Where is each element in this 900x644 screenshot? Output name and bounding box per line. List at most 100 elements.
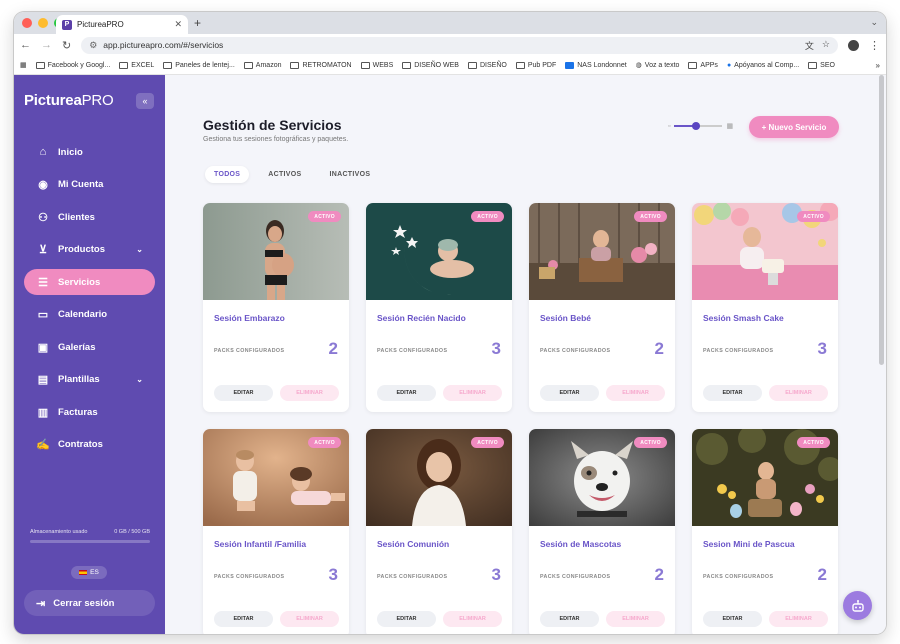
edit-button[interactable]: EDITAR	[703, 611, 762, 627]
delete-button[interactable]: ELIMINAR	[769, 385, 828, 401]
service-title[interactable]: Sesión Comunión	[377, 539, 449, 549]
bookmark-item[interactable]: ● Apóyanos al Comp...	[727, 62, 799, 69]
service-photo[interactable]: ACTIVO	[529, 203, 675, 300]
delete-button[interactable]: ELIMINAR	[769, 611, 828, 627]
sidebar-item-inicio[interactable]: ⌂ Inicio	[24, 139, 155, 165]
sidebar-item-productos[interactable]: ⊻ Productos ⌄	[24, 237, 155, 263]
back-icon[interactable]: ←	[20, 39, 31, 51]
service-card[interactable]: ACTIVO Sesión Recién Nacido PACKS CONFIGUR…	[366, 203, 512, 412]
bookmark-item[interactable]: ◍ Voz a texto	[636, 61, 680, 70]
new-tab-icon[interactable]: +	[194, 16, 201, 30]
status-badge: ACTIVO	[471, 211, 504, 222]
edit-button[interactable]: EDITAR	[703, 385, 762, 401]
profile-avatar-icon[interactable]	[848, 39, 859, 51]
filter-tab-todos[interactable]: TODOS	[205, 166, 250, 183]
edit-button[interactable]: EDITAR	[214, 385, 273, 401]
bookmark-item[interactable]: NAS Londonnet	[565, 61, 627, 69]
address-bar[interactable]: ⚙ app.pictureapro.com/#/servicios 文 ☆	[81, 36, 838, 54]
edit-button[interactable]: EDITAR	[377, 385, 436, 401]
sidebar-item-facturas[interactable]: ▥ Facturas	[24, 399, 155, 425]
service-title[interactable]: Sesión Smash Cake	[703, 313, 784, 323]
delete-button[interactable]: ELIMINAR	[606, 385, 665, 401]
service-photo[interactable]: ACTIVO	[366, 429, 512, 526]
reload-icon[interactable]: ↻	[62, 39, 71, 52]
edit-button[interactable]: EDITAR	[377, 611, 436, 627]
minimize-window-button[interactable]	[38, 18, 48, 28]
service-title[interactable]: Sesion Mini de Pascua	[703, 539, 795, 549]
bookmark-item[interactable]: Paneles de lentej...	[163, 61, 235, 69]
bookmark-item[interactable]: Pub PDF	[515, 61, 556, 69]
delete-button[interactable]: ELIMINAR	[443, 611, 502, 627]
service-photo[interactable]: ACTIVO	[692, 203, 838, 300]
service-card[interactable]: ACTIVO Sesión Embarazo PACKS CONFIGURADOS 2…	[203, 203, 349, 412]
bookmark-item[interactable]: Facebook y Googl...	[35, 61, 110, 69]
close-tab-icon[interactable]: ✕	[174, 19, 182, 30]
service-photo[interactable]: ACTIVO	[366, 203, 512, 300]
logout-button[interactable]: ⇥ Cerrar sesión	[24, 590, 155, 616]
collapse-sidebar-button[interactable]: «	[136, 93, 154, 109]
sidebar-item-plantillas[interactable]: ▤ Plantillas ⌄	[24, 367, 155, 393]
site-info-icon[interactable]: ⚙	[89, 40, 97, 51]
delete-button[interactable]: ELIMINAR	[280, 385, 339, 401]
bookmark-item[interactable]: DISEÑO	[467, 61, 507, 69]
forward-icon[interactable]: →	[41, 39, 52, 51]
bookmark-item[interactable]: Amazon	[243, 61, 281, 69]
service-title[interactable]: Sesión de Mascotas	[540, 539, 621, 549]
tab-search-icon[interactable]: ⌄	[870, 17, 878, 28]
sidebar-item-galerias[interactable]: ▣ Galerías	[24, 334, 155, 360]
bookmark-star-icon[interactable]: ☆	[822, 39, 830, 52]
scrollbar[interactable]	[879, 75, 884, 365]
sidebar-item-calendario[interactable]: ▭ Calendario	[24, 302, 155, 328]
service-title[interactable]: Sesión Recién Nacido	[377, 313, 466, 323]
storage-label: Almacenamiento usado	[30, 529, 88, 535]
more-menu-icon[interactable]: ⋮	[869, 39, 880, 52]
support-button[interactable]	[843, 591, 872, 620]
sidebar-item-servicios[interactable]: ☰ Servicios	[24, 269, 155, 295]
language-selector[interactable]: ES	[71, 566, 107, 579]
service-photo[interactable]: ACTIVO	[203, 203, 349, 300]
bookmark-item[interactable]: RETROMATON	[290, 61, 352, 69]
bookmark-item[interactable]: EXCEL	[119, 61, 154, 69]
bookmark-item[interactable]: SEO	[808, 61, 835, 69]
service-title[interactable]: Sesión Embarazo	[214, 313, 285, 323]
zoom-slider[interactable]	[674, 122, 723, 130]
service-card[interactable]: ACTIVO Sesión Comunión PACKS CONFIGURADOS 3…	[366, 429, 512, 634]
small-grid-icon[interactable]: ▫	[668, 123, 670, 130]
service-title[interactable]: Sesión Infantil /Familia	[214, 539, 306, 549]
service-title[interactable]: Sesión Bebé	[540, 313, 591, 323]
bookmark-item[interactable]: DISEÑO WEB	[402, 61, 459, 69]
service-card[interactable]: ACTIVO Sesión Bebé PACKS CONFIGURADOS 2 EDIT…	[529, 203, 675, 412]
filter-tab-inactivos[interactable]: INACTIVOS	[320, 166, 379, 183]
packs-count: 2	[817, 565, 827, 584]
service-card[interactable]: ACTIVO Sesión Smash Cake PACKS CONFIGURADO…	[692, 203, 838, 412]
bookmark-item[interactable]: WEBS	[360, 61, 393, 69]
new-service-button[interactable]: + Nuevo Servicio	[749, 116, 839, 138]
service-card[interactable]: ACTIVO Sesión Infantil /Familia PACKS CONF…	[203, 429, 349, 634]
filter-tab-activos[interactable]: ACTIVOS	[259, 166, 310, 183]
zoom-slider-handle[interactable]	[692, 122, 701, 130]
page-subtitle: Gestiona tus sesiones fotográficas y paq…	[203, 136, 349, 143]
service-card[interactable]: ACTIVO Sesion Mini de Pascua PACKS CONFIGU…	[692, 429, 838, 634]
apps-grid-icon[interactable]: ▦	[20, 61, 27, 69]
bookmark-item[interactable]: APPs	[688, 61, 718, 69]
service-photo[interactable]: ACTIVO	[692, 429, 838, 526]
sidebar-item-contratos[interactable]: ✍ Contratos	[24, 432, 155, 458]
edit-button[interactable]: EDITAR	[540, 611, 599, 627]
more-bookmarks-icon[interactable]: »	[876, 61, 880, 70]
service-card[interactable]: ACTIVO Sesión de Mascotas PACKS CONFIGURAD…	[529, 429, 675, 634]
delete-button[interactable]: ELIMINAR	[280, 611, 339, 627]
service-photo[interactable]: ACTIVO	[203, 429, 349, 526]
delete-button[interactable]: ELIMINAR	[443, 385, 502, 401]
edit-button[interactable]: EDITAR	[540, 385, 599, 401]
service-photo[interactable]: ACTIVO	[529, 429, 675, 526]
close-window-button[interactable]	[22, 18, 32, 28]
delete-button[interactable]: ELIMINAR	[606, 611, 665, 627]
translate-icon[interactable]: 文	[805, 39, 814, 52]
packs-label: PACKS CONFIGURADOS	[703, 574, 774, 580]
sidebar-item-mi-cuenta[interactable]: ◉ Mi Cuenta	[24, 172, 155, 198]
large-grid-icon[interactable]: ▦	[726, 122, 733, 130]
browser-tab[interactable]: P PictureaPRO ✕	[56, 15, 188, 34]
edit-button[interactable]: EDITAR	[214, 611, 273, 627]
packs-label: PACKS CONFIGURADOS	[214, 348, 285, 354]
sidebar-item-clientes[interactable]: ⚇ Clientes	[24, 204, 155, 230]
